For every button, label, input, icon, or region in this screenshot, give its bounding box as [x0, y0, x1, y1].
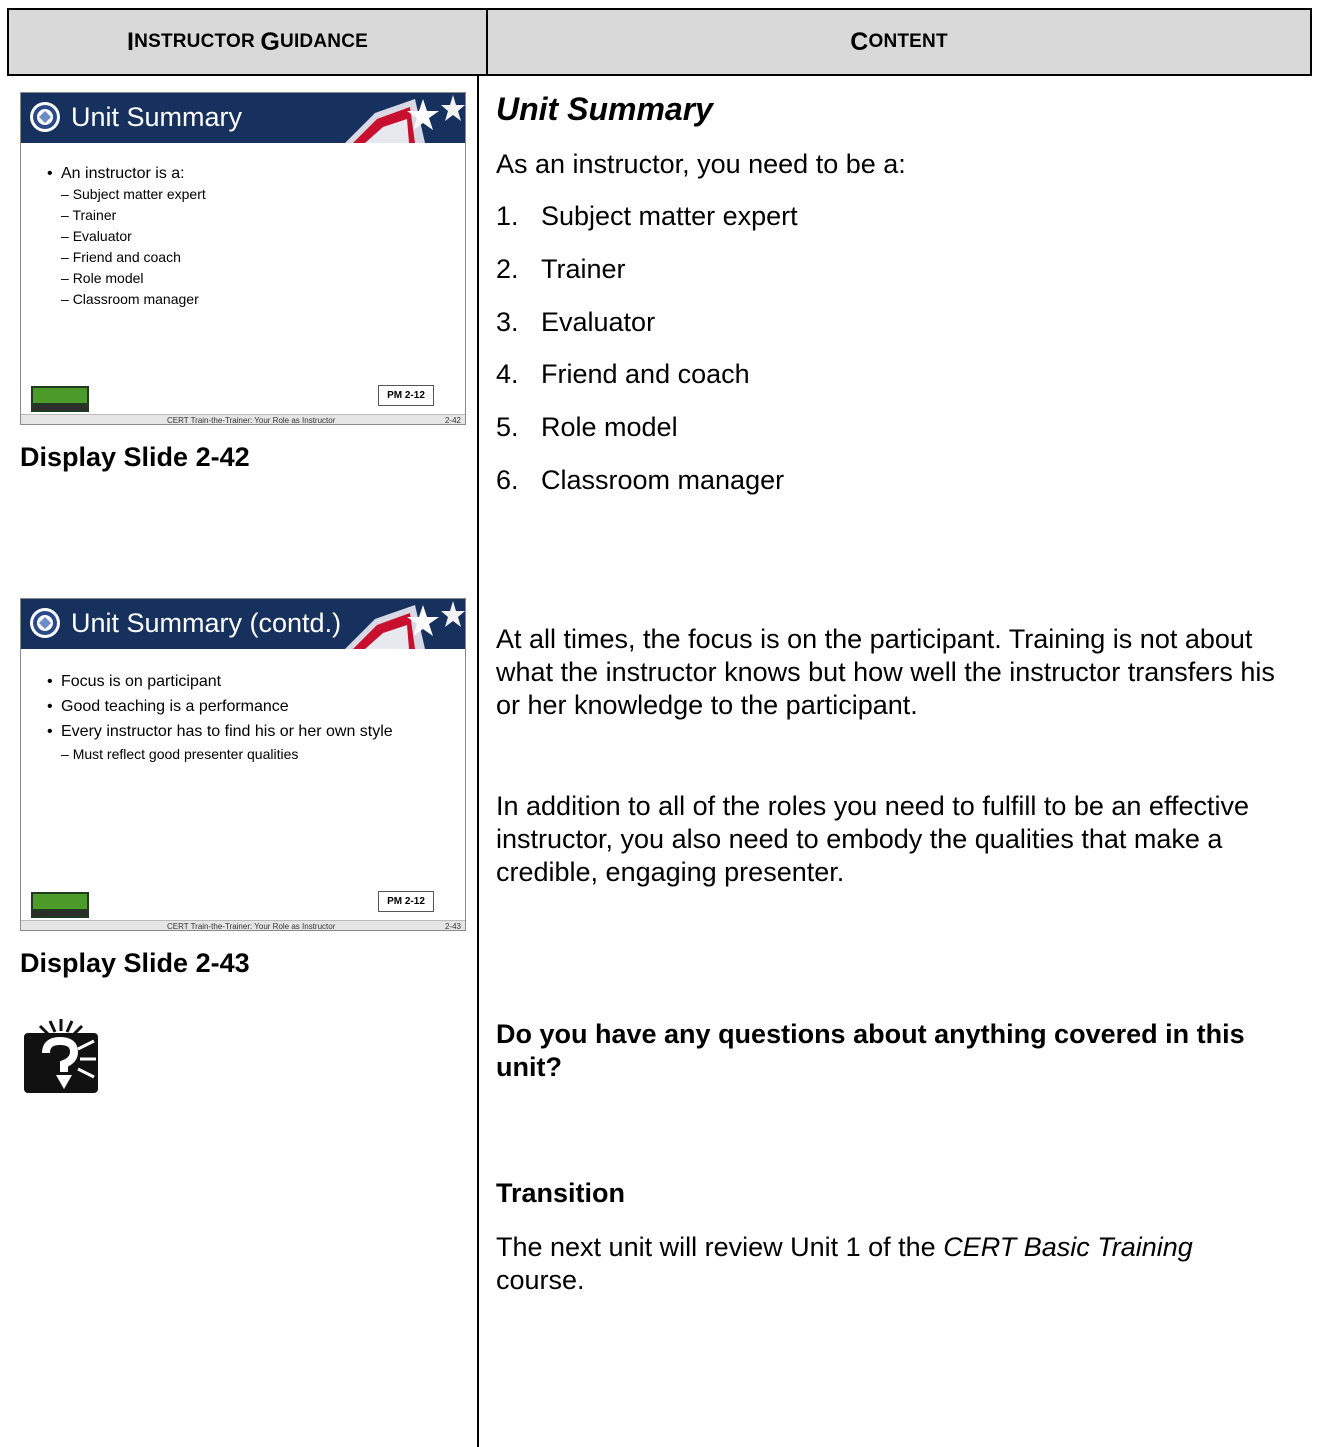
slide-subbullet: Classroom manager — [47, 289, 455, 310]
slide-number: 2-42 — [444, 416, 461, 425]
slide-number: 2-43 — [444, 922, 461, 931]
slide-footer-text: CERT Train-the-Trainer: Your Role as Ins… — [167, 416, 336, 425]
slide-subbullet: Must reflect good presenter qualities — [47, 744, 455, 764]
flag-stars-graphic — [345, 95, 465, 143]
cert-logo — [31, 386, 89, 412]
list-text: Trainer — [541, 254, 626, 284]
header-left-initial: I — [127, 27, 135, 56]
list-number: 3. — [496, 307, 519, 337]
slide-thumbnail-2-43: Unit Summary (contd.) Focus is on partic… — [20, 598, 466, 931]
slide-subbullet: Role model — [47, 268, 455, 289]
list-item: 4. Friend and coach — [496, 358, 750, 391]
content-intro: As an instructor, you need to be a: — [496, 149, 906, 179]
list-item: 5. Role model — [496, 411, 678, 444]
transition-heading: Transition — [496, 1178, 626, 1208]
list-item: 6. Classroom manager — [496, 464, 784, 497]
dhs-seal-icon — [30, 102, 60, 132]
slide-bullet: Good teaching is a performance — [47, 694, 455, 719]
slide-subbullet: Trainer — [47, 205, 455, 226]
transition-text-start: The next unit will review Unit 1 of the — [496, 1232, 944, 1262]
slide-footer: CERT Train-the-Trainer: Your Role as Ins… — [21, 414, 465, 425]
list-text: Friend and coach — [541, 359, 750, 389]
slide-caption: Display Slide 2-43 — [20, 948, 250, 978]
slide-subbullet: Evaluator — [47, 226, 455, 247]
header-right-rest: ontent — [868, 31, 948, 52]
column-divider — [477, 76, 479, 1447]
list-number: 4. — [496, 359, 519, 389]
list-item: 1. Subject matter expert — [496, 200, 798, 233]
list-item: 2. Trainer — [496, 253, 626, 286]
header-left-initial-2: G — [260, 27, 281, 56]
list-item: 3. Evaluator — [496, 306, 655, 339]
slide-subbullet: Friend and coach — [47, 247, 455, 268]
question-mark-icon — [24, 1019, 98, 1093]
list-text: Role model — [541, 412, 678, 442]
list-text: Subject matter expert — [541, 201, 798, 231]
course-title: CERT Basic Training — [943, 1232, 1193, 1262]
slide-bullet: Every instructor has to find his or her … — [47, 719, 455, 744]
header-right-initial: C — [850, 27, 869, 56]
slide-title: Unit Summary — [71, 102, 243, 132]
cert-logo — [31, 892, 89, 918]
slide-pm-badge: PM 2-12 — [378, 385, 434, 406]
slide-caption: Display Slide 2-42 — [20, 442, 250, 472]
slide-bullets: Focus is on participant Good teaching is… — [47, 669, 455, 764]
header-instructor-guidance: Instructor Guidance — [9, 10, 486, 74]
header-content: Content — [488, 10, 1310, 74]
slide-title: Unit Summary (contd.) — [71, 608, 342, 638]
content-paragraph: In addition to all of the roles you need… — [496, 791, 1249, 887]
list-number: 6. — [496, 465, 519, 495]
header-left-rest: nstructor — [134, 31, 261, 52]
slide-subbullet: Subject matter expert — [47, 184, 455, 205]
list-text: Classroom manager — [541, 465, 785, 495]
table-header: Instructor Guidance Content — [7, 8, 1312, 76]
question-prompt: Do you have any questions about anything… — [496, 1019, 1245, 1082]
slide-bullet: An instructor is a: — [47, 163, 455, 184]
slide-pm-badge: PM 2-12 — [378, 891, 434, 912]
slide-footer-text: CERT Train-the-Trainer: Your Role as Ins… — [167, 922, 336, 931]
slide-footer: CERT Train-the-Trainer: Your Role as Ins… — [21, 920, 465, 931]
slide-thumbnail-2-42: Unit Summary An instructor is a: Subject… — [20, 92, 466, 425]
transition-text-end: course. — [496, 1265, 585, 1295]
list-text: Evaluator — [541, 307, 656, 337]
content-heading: Unit Summary — [496, 91, 713, 127]
content-paragraph: At all times, the focus is on the partic… — [496, 624, 1275, 720]
list-number: 2. — [496, 254, 519, 284]
list-number: 1. — [496, 201, 519, 231]
transition-text: The next unit will review Unit 1 of the … — [496, 1231, 1256, 1297]
list-number: 5. — [496, 412, 519, 442]
slide-bullet: Focus is on participant — [47, 669, 455, 694]
page: Instructor Guidance Content Unit Summary… — [0, 0, 1319, 1447]
header-left-rest-2: uidance — [280, 31, 368, 52]
slide-bullets: An instructor is a: Subject matter exper… — [47, 163, 455, 310]
dhs-seal-icon — [30, 608, 60, 638]
